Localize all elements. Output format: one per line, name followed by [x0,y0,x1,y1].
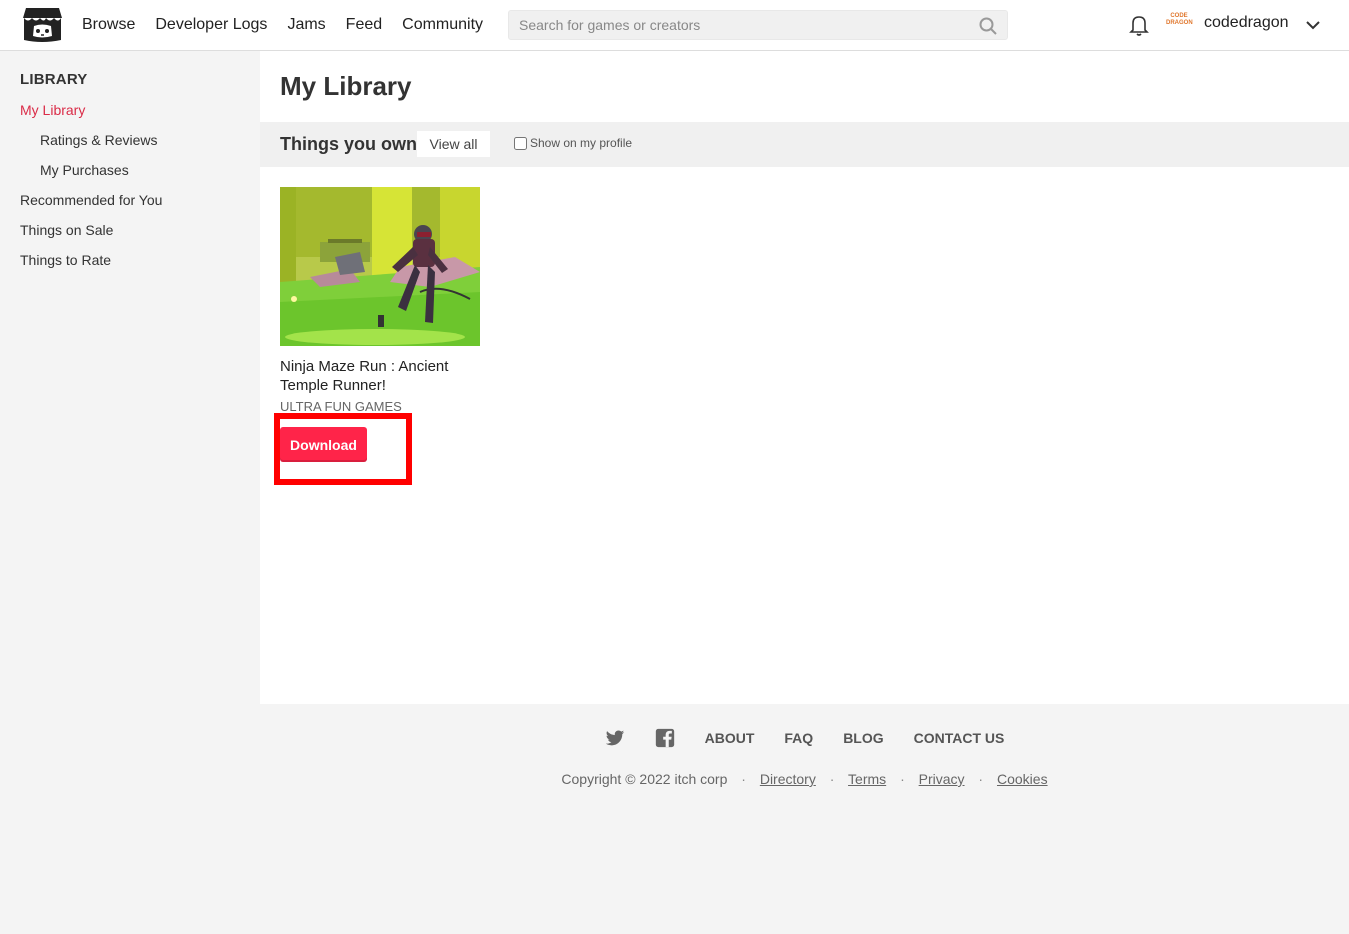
separator-dot: · [829,771,835,787]
show-on-profile-toggle[interactable]: Show on my profile [514,136,632,150]
sidebar-item-recommended[interactable]: Recommended for You [20,192,162,208]
nav-feed[interactable]: Feed [346,16,382,34]
footer-privacy-link[interactable]: Privacy [919,771,965,787]
footer: ABOUT FAQ BLOG CONTACT US Copyright © 20… [260,704,1349,934]
main-nav: Browse Developer Logs Jams Feed Communit… [82,0,483,50]
sidebar-title: LIBRARY [20,71,88,88]
nav-jams[interactable]: Jams [287,16,325,34]
sidebar-item-things-to-rate[interactable]: Things to Rate [20,252,111,268]
chevron-down-icon[interactable] [1304,17,1322,33]
search-box [508,10,1008,40]
itchio-logo-icon[interactable] [22,6,63,44]
footer-cookies-link[interactable]: Cookies [997,771,1048,787]
footer-links: ABOUT FAQ BLOG CONTACT US [260,728,1349,748]
sidebar-item-ratings-reviews[interactable]: Ratings & Reviews [40,132,158,148]
main-content: My Library Things you own View all Show … [260,51,1349,704]
separator-dot: · [741,771,746,787]
footer-copyright-row: Copyright © 2022 itch corp · Directory ·… [260,771,1349,787]
game-cell: Ninja Maze Run : Ancient Temple Runner! … [274,187,480,485]
section-title: Things you own [280,134,417,154]
section-header: Things you own View all Show on my profi… [260,122,1349,167]
avatar-text-bottom: DRAGON [1166,20,1193,26]
footer-about-link[interactable]: ABOUT [705,730,755,746]
page-title: My Library [280,71,412,101]
nav-community[interactable]: Community [402,16,483,34]
sidebar-item-my-library[interactable]: My Library [20,102,85,118]
notification-bell-icon[interactable] [1128,13,1150,37]
game-author[interactable]: ULTRA FUN GAMES [280,399,480,414]
facebook-icon[interactable] [655,728,675,748]
sidebar: LIBRARY My Library Ratings & Reviews My … [0,51,260,934]
view-all-button[interactable]: View all [417,131,490,157]
copyright-text: Copyright © 2022 itch corp [561,771,728,787]
username[interactable]: codedragon [1204,14,1289,32]
separator-dot: · [978,771,984,787]
nav-browse[interactable]: Browse [82,16,135,34]
footer-faq-link[interactable]: FAQ [784,730,813,746]
search-input[interactable] [509,11,969,39]
separator-dot: · [900,771,905,787]
top-header: Browse Developer Logs Jams Feed Communit… [0,0,1349,51]
download-button[interactable]: Download [280,427,367,462]
footer-terms-link[interactable]: Terms [848,771,886,787]
footer-blog-link[interactable]: BLOG [843,730,883,746]
game-thumbnail[interactable] [280,187,480,346]
twitter-icon[interactable] [605,728,625,748]
avatar-text-top: CODE [1170,13,1188,19]
footer-directory-link[interactable]: Directory [760,771,816,787]
avatar[interactable]: CODE DRAGON [1166,13,1193,35]
show-on-profile-checkbox[interactable] [514,136,527,150]
sidebar-item-my-purchases[interactable]: My Purchases [40,162,129,178]
search-icon[interactable] [978,16,998,36]
show-on-profile-label: Show on my profile [530,136,633,150]
nav-developer-logs[interactable]: Developer Logs [155,16,267,34]
footer-contact-link[interactable]: CONTACT US [914,730,1005,746]
game-title[interactable]: Ninja Maze Run : Ancient Temple Runner! [280,357,480,395]
sidebar-item-things-on-sale[interactable]: Things on Sale [20,222,113,238]
